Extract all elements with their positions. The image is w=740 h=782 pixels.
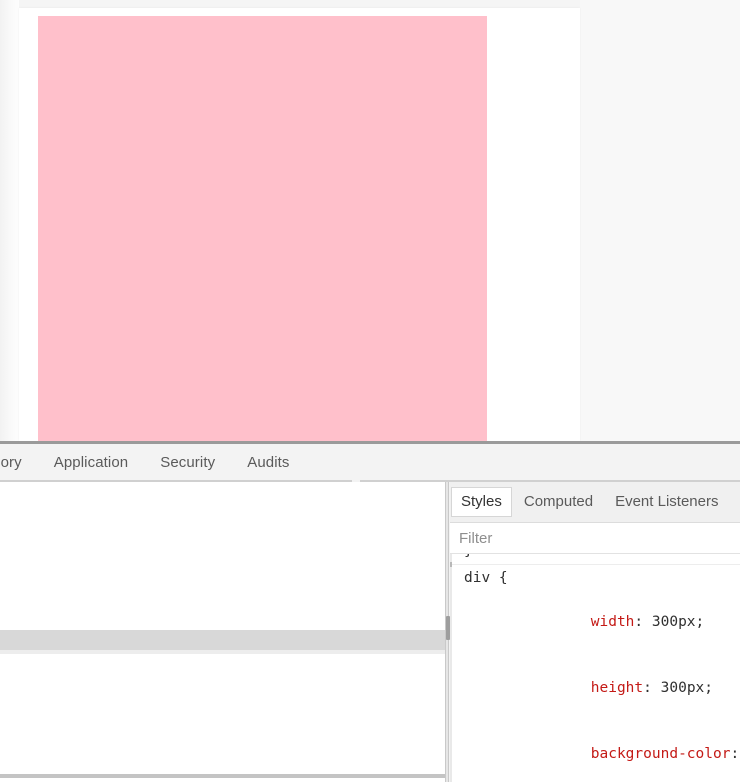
dom-tree-selected-row[interactable] <box>0 630 445 650</box>
css-rule-close-brace: } <box>464 554 740 562</box>
styles-sidebar-pane: Styles Computed Event Listeners } div { <box>450 482 740 782</box>
css-declaration-width[interactable]: width: 300px; <box>464 589 740 655</box>
tab-audits[interactable]: Audits <box>231 444 305 481</box>
css-property-name: background-color <box>590 746 731 762</box>
tab-memory[interactable]: mory <box>0 444 38 481</box>
css-property-name: height <box>590 680 644 696</box>
css-property-value[interactable]: 300px; <box>661 680 713 696</box>
tab-styles[interactable]: Styles <box>451 487 512 517</box>
viewport-left-gutter <box>0 0 19 444</box>
tab-security[interactable]: Security <box>144 444 231 481</box>
styles-sidebar-tabbar: Styles Computed Event Listeners <box>450 482 740 522</box>
css-property-value[interactable]: 300px; <box>652 614 704 630</box>
css-rule-div[interactable]: div { width: 300px; height: 300px; backg… <box>450 567 740 782</box>
page-canvas <box>19 8 580 444</box>
css-colon: : <box>730 746 740 762</box>
inspected-pink-div[interactable] <box>38 16 487 444</box>
dom-pane-bottom-bar <box>0 774 445 778</box>
css-rule-partial-top[interactable]: } <box>450 554 740 562</box>
devtools-split-panes: Styles Computed Event Listeners } div { <box>0 482 740 782</box>
devtools-tabbar: mory Application Security Audits <box>0 444 740 481</box>
css-rules-list[interactable]: } div { width: 300px; height: 300px; bac… <box>450 554 740 782</box>
css-declaration-background-color[interactable]: background-color: pink; <box>464 721 740 782</box>
viewport-right-gutter <box>580 0 740 444</box>
css-declaration-height[interactable]: height: 300px; <box>464 655 740 721</box>
tab-event-listeners[interactable]: Event Listeners <box>605 487 728 517</box>
styles-filter-input[interactable] <box>450 528 731 548</box>
css-colon: : <box>634 614 644 630</box>
dom-tree-selected-row-edge <box>0 650 445 654</box>
css-colon: : <box>643 680 652 696</box>
tab-application[interactable]: Application <box>38 444 144 481</box>
dom-tree-pane[interactable] <box>0 482 445 782</box>
tab-computed[interactable]: Computed <box>514 487 603 517</box>
browser-viewport <box>0 0 740 444</box>
devtools-panel: mory Application Security Audits Styles … <box>0 444 740 782</box>
css-rule-separator <box>450 564 740 565</box>
styles-filter-row <box>450 523 740 553</box>
css-property-name: width <box>590 614 635 630</box>
css-selector-div[interactable]: div { <box>464 567 740 589</box>
